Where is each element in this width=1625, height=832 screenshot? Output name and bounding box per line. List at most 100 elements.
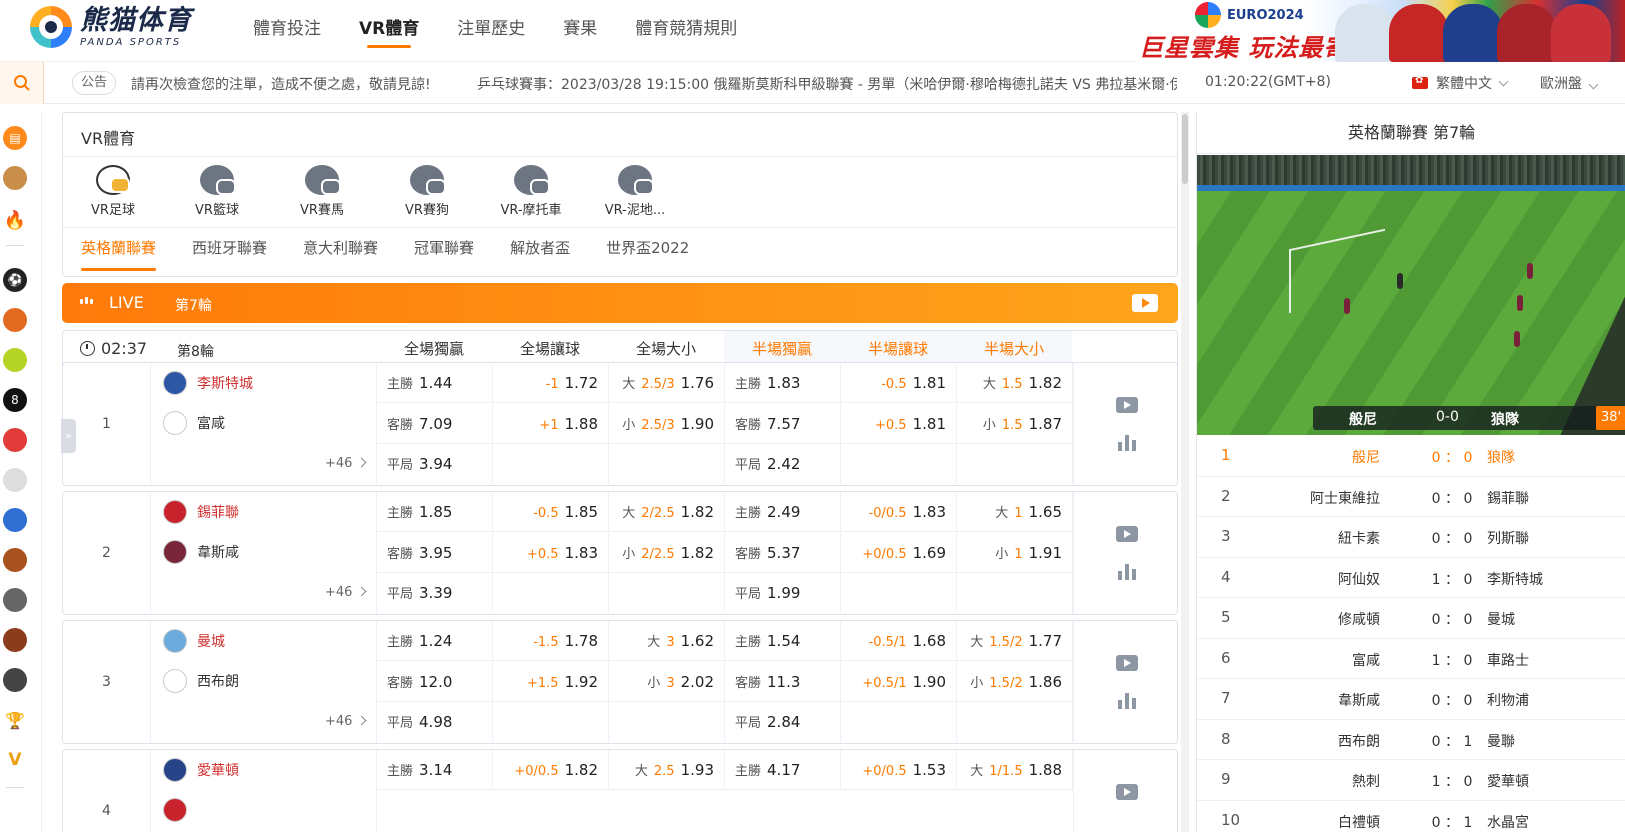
odd-ht-1x2[interactable]: 主勝 1.83	[725, 363, 841, 403]
home-team[interactable]: 愛華頓	[163, 758, 239, 782]
expand-tab[interactable]: »	[61, 419, 76, 453]
result-row[interactable]: 8 西布朗 0 ： 1 曼聯	[1197, 720, 1625, 760]
odd-ht-1x2[interactable]: 主勝 2.49	[725, 492, 841, 532]
odd-ft-overunder[interactable]: 大 2.5 1.93	[609, 750, 725, 790]
home-team[interactable]: 李斯特城	[163, 371, 253, 395]
trophy-icon[interactable]: 🏆	[3, 708, 27, 732]
odd-ht-overunder[interactable]: 大 1.5/2 1.77	[957, 621, 1073, 661]
result-row[interactable]: 1 般尼 0 ： 0 狼隊	[1197, 436, 1625, 477]
odd-ht-1x2[interactable]: 主勝 1.54	[725, 621, 841, 661]
odd-ht-overunder[interactable]: 小 1.5 1.87	[957, 403, 1073, 444]
away-team[interactable]	[163, 798, 197, 822]
result-row[interactable]: 7 韋斯咸 0 ： 0 利物浦	[1197, 679, 1625, 720]
stats-icon[interactable]	[1118, 564, 1136, 580]
result-row[interactable]: 6 富咸 1 ： 0 車路士	[1197, 639, 1625, 679]
odd-ft-handicap[interactable]: +1.5 1.92	[493, 661, 609, 702]
odd-ft-overunder[interactable]: 小 3 2.02	[609, 661, 725, 702]
result-row[interactable]: 9 熱刺 1 ： 0 愛華頓	[1197, 760, 1625, 801]
away-team[interactable]: 富咸	[163, 411, 225, 435]
odd-ht-overunder[interactable]: 大 1/1.5 1.88	[957, 750, 1073, 790]
odd-ft-handicap[interactable]: -1.5 1.78	[493, 621, 609, 661]
promo-banner[interactable]: EURO2024 巨星雲集 玩法最寄	[1135, 0, 1625, 62]
odd-ft-1x2[interactable]: 主勝 1.44	[377, 363, 493, 403]
nav-bet-history[interactable]: 注單歷史	[457, 14, 525, 48]
odd-ft-overunder[interactable]: 小 2/2.5 1.82	[609, 532, 725, 573]
odds-type-select[interactable]: 歐洲盤	[1540, 73, 1599, 93]
live-video[interactable]: 般尼 0-0 狼隊 38'	[1197, 155, 1625, 435]
sport-vr-dog[interactable]: VR賽狗	[385, 165, 469, 218]
odd-ht-handicap[interactable]: +0/0.5 1.53	[841, 750, 957, 790]
nav-vr-sports[interactable]: VR體育	[359, 14, 419, 48]
odd-ft-1x2[interactable]: 主勝 3.14	[377, 750, 493, 790]
league-tab-italy[interactable]: 意大利聯賽	[303, 237, 378, 271]
odd-ft-handicap[interactable]: +0.5 1.83	[493, 532, 609, 573]
tv-play-icon[interactable]	[1132, 294, 1158, 312]
v-brand-icon[interactable]: V	[3, 748, 27, 772]
league-tab-champions[interactable]: 冠軍聯賽	[414, 237, 474, 271]
vr-sports-icon[interactable]	[3, 166, 27, 190]
odd-ht-1x2[interactable]: 客勝 7.57	[725, 403, 841, 444]
away-team[interactable]: 韋斯咸	[163, 540, 239, 564]
home-team[interactable]: 錫菲聯	[163, 500, 239, 524]
odd-ft-draw[interactable]: 平局 3.94	[377, 444, 493, 484]
watch-video-icon[interactable]	[1116, 784, 1138, 800]
odd-ft-overunder[interactable]: 大 3 1.62	[609, 621, 725, 661]
league-tab-worldcup[interactable]: 世界盃2022	[606, 237, 689, 271]
result-row[interactable]: 10 白禮頓 0 ： 1 水晶宮	[1197, 801, 1625, 832]
nav-results[interactable]: 賽果	[563, 14, 597, 48]
basketball-icon[interactable]	[3, 308, 27, 332]
sport-vr-motorcycle[interactable]: VR-摩托車	[489, 165, 573, 218]
result-row[interactable]: 4 阿仙奴 1 ： 0 李斯特城	[1197, 558, 1625, 598]
odd-ht-draw[interactable]: 平局 1.99	[725, 573, 841, 613]
more-markets-link[interactable]: +46	[325, 585, 365, 600]
watch-video-icon[interactable]	[1116, 397, 1138, 413]
sport-vr-football[interactable]: VR足球	[71, 165, 155, 218]
odd-ft-handicap[interactable]: +0/0.5 1.82	[493, 750, 609, 790]
odd-ht-handicap[interactable]: +0/0.5 1.69	[841, 532, 957, 573]
result-row[interactable]: 3 紐卡素 0 ： 0 列斯聯	[1197, 517, 1625, 558]
language-select[interactable]: 繁體中文	[1412, 73, 1509, 93]
watch-video-icon[interactable]	[1116, 526, 1138, 542]
home-team[interactable]: 曼城	[163, 629, 225, 653]
sport-vr-dirt[interactable]: VR-泥地...	[593, 165, 677, 218]
sport-vr-basketball[interactable]: VR籃球	[175, 165, 259, 218]
odd-ht-handicap[interactable]: -0.5 1.81	[841, 363, 957, 403]
result-row[interactable]: 2 阿士東維拉 0 ： 0 錫菲聯	[1197, 477, 1625, 517]
more-markets-link[interactable]: +46	[325, 714, 365, 729]
odd-ht-1x2[interactable]: 客勝 11.3	[725, 661, 841, 702]
odd-ft-draw[interactable]: 平局 3.39	[377, 573, 493, 613]
league-tab-spain[interactable]: 西班牙聯賽	[192, 237, 267, 271]
result-row[interactable]: 5 修咸頓 0 ： 0 曼城	[1197, 598, 1625, 639]
billiards-icon[interactable]: 8	[3, 388, 27, 412]
odd-ft-1x2[interactable]: 主勝 1.24	[377, 621, 493, 661]
odd-ht-handicap[interactable]: -0.5/1 1.68	[841, 621, 957, 661]
odd-ht-overunder[interactable]: 大 1 1.65	[957, 492, 1073, 532]
bet-slip-icon[interactable]: ▤	[3, 126, 27, 150]
odd-ht-draw[interactable]: 平局 2.42	[725, 444, 841, 484]
odd-ft-overunder[interactable]: 大 2/2.5 1.82	[609, 492, 725, 532]
hockey-icon[interactable]	[3, 588, 27, 612]
watch-video-icon[interactable]	[1116, 655, 1138, 671]
odd-ht-draw[interactable]: 平局 2.84	[725, 702, 841, 742]
league-tab-england[interactable]: 英格蘭聯賽	[81, 237, 157, 271]
more-markets-link[interactable]: +46	[325, 456, 365, 471]
odd-ht-1x2[interactable]: 客勝 5.37	[725, 532, 841, 573]
odd-ft-handicap[interactable]: +1 1.88	[493, 403, 609, 444]
odd-ht-handicap[interactable]: +0.5/1 1.90	[841, 661, 957, 702]
baseball-icon[interactable]	[3, 468, 27, 492]
search-button[interactable]	[0, 62, 44, 104]
odd-ft-handicap[interactable]: -1 1.72	[493, 363, 609, 403]
sport-vr-horse[interactable]: VR賽馬	[280, 165, 364, 218]
odd-ft-1x2[interactable]: 主勝 1.85	[377, 492, 493, 532]
odd-ft-1x2[interactable]: 客勝 3.95	[377, 532, 493, 573]
odd-ft-draw[interactable]: 平局 4.98	[377, 702, 493, 742]
odd-ht-handicap[interactable]: +0.5 1.81	[841, 403, 957, 444]
table-tennis-icon[interactable]	[3, 428, 27, 452]
live-bar[interactable]: LIVE 第7輪	[62, 283, 1178, 323]
odd-ht-overunder[interactable]: 小 1 1.91	[957, 532, 1073, 573]
esports-icon[interactable]	[3, 668, 27, 692]
volleyball-icon[interactable]	[3, 508, 27, 532]
odd-ft-handicap[interactable]: -0.5 1.85	[493, 492, 609, 532]
hot-fire-icon[interactable]: 🔥	[3, 208, 27, 232]
odd-ft-1x2[interactable]: 客勝 12.0	[377, 661, 493, 702]
